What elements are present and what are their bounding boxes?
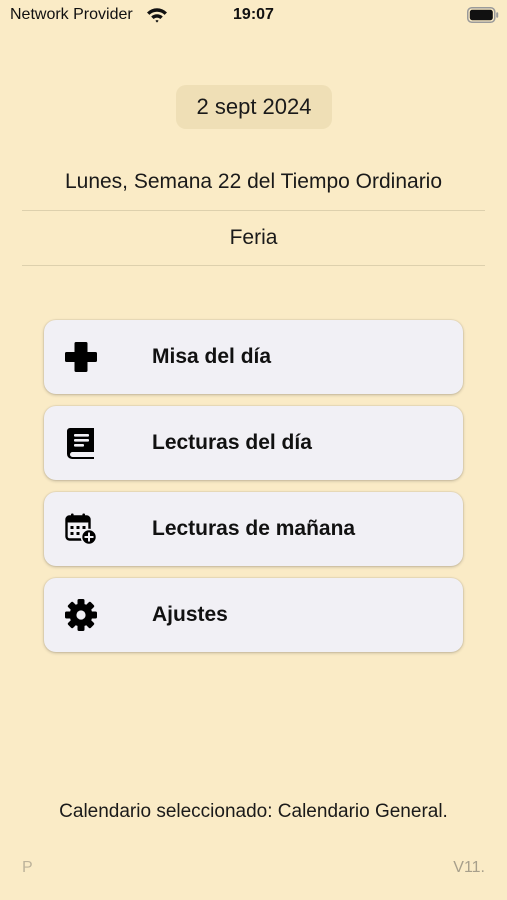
book-icon	[64, 426, 98, 460]
liturgical-day-title: Lunes, Semana 22 del Tiempo Ordinario	[64, 170, 443, 193]
status-bar: Network Provider 19:07	[0, 0, 507, 32]
cross-icon	[64, 340, 98, 374]
status-time: 19:07	[233, 6, 274, 23]
calendar-plus-icon	[64, 512, 98, 546]
date-picker-button[interactable]: 2 sept 2024	[176, 85, 332, 129]
celebration-label: Feria	[229, 226, 278, 249]
misa-del-dia-button[interactable]: Misa del día	[44, 320, 463, 394]
menu-item-label: Lecturas del día	[152, 431, 312, 454]
version-label: V11.	[453, 859, 485, 876]
divider-bottom	[22, 265, 485, 266]
ajustes-button[interactable]: Ajustes	[44, 578, 463, 652]
battery-full-icon	[467, 7, 499, 28]
lecturas-de-manana-button[interactable]: Lecturas de mañana	[44, 492, 463, 566]
menu-item-label: Lecturas de mañana	[152, 517, 356, 540]
date-label: 2 sept 2024	[196, 94, 312, 119]
lecturas-del-dia-button[interactable]: Lecturas del día	[44, 406, 463, 480]
menu-item-label: Misa del día	[152, 345, 272, 368]
footer-left-label: P	[22, 859, 33, 876]
divider-top	[22, 210, 485, 211]
menu-item-label: Ajustes	[152, 603, 228, 626]
selected-calendar-note: Calendario seleccionado: Calendario Gene…	[59, 801, 448, 822]
gear-icon	[64, 598, 98, 632]
